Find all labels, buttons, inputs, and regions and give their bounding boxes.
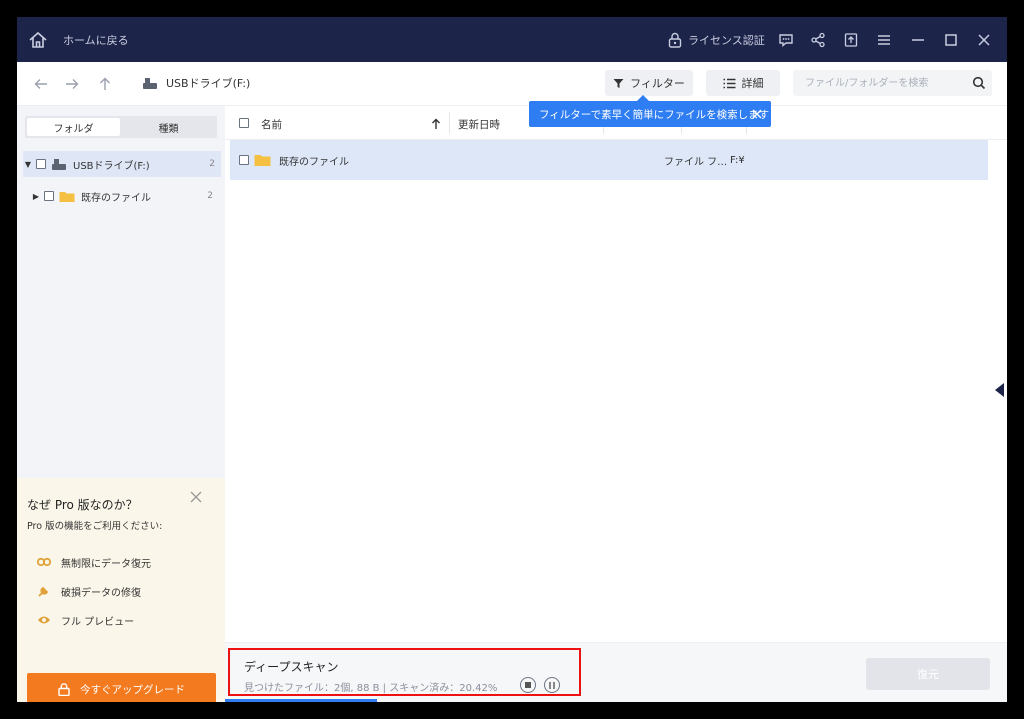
eye-icon <box>38 616 50 624</box>
promo-feature-unlimited: 無制限にデータ復元 <box>37 554 151 570</box>
upgrade-button[interactable]: 今すぐアップグレード <box>27 673 216 702</box>
pause-scan-button[interactable] <box>544 677 560 693</box>
tree-item-count: 2 <box>209 159 215 169</box>
column-header-modified[interactable]: 更新日時 <box>458 117 500 132</box>
back-home-link[interactable]: ホームに戻る <box>63 32 129 48</box>
scan-title: ディープスキャン <box>244 660 339 674</box>
up-arrow-icon[interactable] <box>96 75 114 93</box>
feature-label: 無制限にデータ復元 <box>61 558 151 570</box>
promo-close-icon[interactable] <box>189 490 203 504</box>
share-icon[interactable] <box>808 30 828 50</box>
filter-label: フィルター <box>630 77 685 90</box>
wrench-icon <box>38 586 49 597</box>
tree-checkbox[interactable] <box>44 191 54 201</box>
row-checkbox[interactable] <box>239 155 249 165</box>
select-all-checkbox[interactable] <box>239 118 249 128</box>
scan-progress-bar <box>225 699 377 702</box>
tree-item-existing-files[interactable]: ▶ 既存のファイル 2 <box>31 183 219 209</box>
sort-ascending-icon[interactable] <box>431 118 441 130</box>
license-label: ライセンス認証 <box>688 34 765 47</box>
back-arrow-icon[interactable] <box>32 75 50 93</box>
forward-arrow-icon[interactable] <box>63 75 81 93</box>
feedback-icon[interactable] <box>776 30 796 50</box>
promo-subtitle: Pro 版の機能をご利用ください: <box>27 521 163 532</box>
scan-status-box: ディープスキャン 見つけたファイル：2個, 88 B | スキャン済み：20.4… <box>228 648 581 696</box>
feature-label: フル プレビュー <box>61 616 135 628</box>
usb-drive-icon <box>52 158 66 170</box>
tree-item-usb-drive[interactable]: ▼ USBドライブ(F:) 2 <box>23 151 221 177</box>
tooltip-close-icon[interactable] <box>751 108 763 120</box>
breadcrumb: USBドライブ(F:) <box>142 75 250 91</box>
detail-button[interactable]: 詳細 <box>706 70 780 96</box>
filter-button[interactable]: フィルター <box>605 70 693 96</box>
expand-triangle-icon[interactable]: ▶ <box>31 191 41 201</box>
license-button[interactable]: ライセンス認証 <box>668 30 765 50</box>
tree-item-label: 既存のファイル <box>81 192 151 204</box>
filter-tooltip: フィルターで素早く簡単にファイルを検索します <box>529 95 771 127</box>
search-icon[interactable] <box>972 76 986 90</box>
menu-icon[interactable] <box>874 30 894 50</box>
detail-label: 詳細 <box>741 77 764 90</box>
lock-icon <box>668 32 682 48</box>
status-bar: ディープスキャン 見つけたファイル：2個, 88 B | スキャン済み：20.4… <box>225 642 1007 702</box>
sidebar-view-switch: フォルダ 種類 <box>25 116 217 138</box>
folder-icon <box>254 155 271 166</box>
table-header: 名前 更新日時 フィルターで素早く簡単にファイルを検索します <box>225 95 1007 140</box>
tooltip-text: フィルターで素早く簡単にファイルを検索します <box>539 108 770 121</box>
collapse-panel-arrow-icon[interactable] <box>993 382 1005 398</box>
infinity-icon <box>37 557 51 567</box>
close-icon[interactable] <box>974 30 994 50</box>
upload-icon[interactable] <box>841 30 861 50</box>
list-icon <box>723 78 735 88</box>
minimize-icon[interactable] <box>908 30 928 50</box>
table-row[interactable]: 既存のファイル ファイル フ… F:¥ <box>230 140 988 180</box>
promo-feature-repair: 破損データの修復 <box>37 583 141 599</box>
tree-checkbox[interactable] <box>36 159 46 169</box>
scan-progress-text: 見つけたファイル：2個, 88 B | スキャン済み：20.42% <box>244 683 498 694</box>
tree-item-count: 2 <box>207 191 213 201</box>
row-name: 既存のファイル <box>279 156 349 168</box>
stop-icon <box>525 682 531 688</box>
feature-label: 破損データの修復 <box>61 587 141 599</box>
search-box <box>793 70 992 96</box>
tab-folder[interactable]: フォルダ <box>27 118 120 136</box>
stop-scan-button[interactable] <box>520 677 536 693</box>
row-type: ファイル フ… <box>664 156 728 168</box>
usb-drive-icon <box>143 78 157 89</box>
search-input[interactable] <box>793 70 963 96</box>
collapse-triangle-icon[interactable]: ▼ <box>23 159 33 169</box>
upgrade-label: 今すぐアップグレード <box>80 683 185 696</box>
tree-item-label: USBドライブ(F:) <box>73 160 150 172</box>
breadcrumb-label: USBドライブ(F:) <box>166 77 251 90</box>
tab-type[interactable]: 種類 <box>122 118 215 136</box>
pro-promo-panel: なぜ Pro 版なのか？ Pro 版の機能をご利用ください: 無制限にデータ復元… <box>17 478 225 702</box>
lock-icon <box>58 682 70 696</box>
row-path: F:¥ <box>730 154 745 166</box>
app-window: ホームに戻る ライセンス認証 USBドライブ(F:) フィルター 詳細 ファイル… <box>17 17 1007 702</box>
column-separator[interactable] <box>449 112 450 134</box>
sidebar: フォルダ 種類 ▼ USBドライブ(F:) 2 ▶ 既存のファイル 2 なぜ P… <box>17 106 225 702</box>
pause-icon <box>549 681 555 689</box>
file-list: 名前 更新日時 フィルターで素早く簡単にファイルを検索します 既存のファイル フ… <box>225 95 1007 642</box>
title-bar: ホームに戻る ライセンス認証 <box>17 17 1007 62</box>
maximize-icon[interactable] <box>941 30 961 50</box>
promo-feature-preview: フル プレビュー <box>37 612 134 628</box>
column-header-name[interactable]: 名前 <box>261 117 282 132</box>
promo-title: なぜ Pro 版なのか？ <box>27 498 138 512</box>
restore-button[interactable]: 復元 <box>866 658 990 690</box>
toolbar: USBドライブ(F:) フィルター 詳細 <box>17 62 1007 106</box>
folder-icon <box>59 191 75 202</box>
home-icon[interactable] <box>27 29 49 51</box>
filter-icon <box>613 78 624 88</box>
